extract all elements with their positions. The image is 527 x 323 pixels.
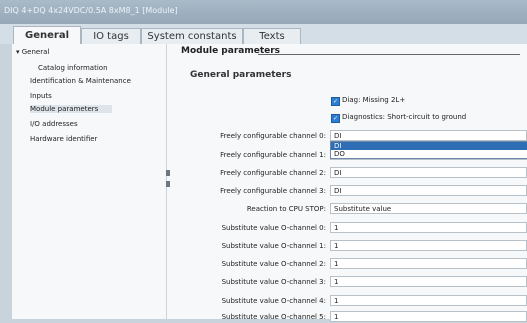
param-label: Freely configurable channel 3:: [220, 187, 326, 195]
param-label: Substitute value O-channel 4:: [221, 297, 326, 305]
splitter-handle[interactable]: [166, 181, 170, 187]
substitute-value-3-field[interactable]: 1: [330, 276, 527, 287]
nav-item-inputs[interactable]: Inputs: [30, 92, 52, 100]
nav-item-module-parameters[interactable]: Module parameters: [30, 105, 113, 113]
checkbox-diag-short-circuit[interactable]: ✓ Diagnostics: Short-circuit to ground: [331, 113, 466, 123]
nav-item-general[interactable]: ▾ General: [16, 48, 49, 56]
checkbox-checked-icon[interactable]: ✓: [331, 97, 340, 106]
param-label: Substitute value O-channel 0:: [221, 224, 326, 232]
channel-0-dropdown-list: DI DO: [330, 141, 527, 159]
param-label: Substitute value O-channel 1:: [221, 242, 326, 250]
nav-item-catalog-information[interactable]: Catalog information: [38, 64, 108, 72]
module-parameters-pane: Module parameters General parameters ✓ Di…: [172, 44, 527, 322]
substitute-value-4-field[interactable]: 1: [330, 295, 527, 306]
dropdown-option-do[interactable]: DO: [331, 150, 527, 158]
window-title: DIQ 4+DQ 4x24VDC/0.5A 8xM8_1 [Module]: [4, 6, 178, 15]
param-label: Freely configurable channel 2:: [220, 169, 326, 177]
dropdown-option-di[interactable]: DI: [331, 142, 527, 150]
properties-panel: ▾ General Catalog information Identifica…: [12, 44, 527, 322]
param-label: Substitute value O-channel 3:: [221, 278, 326, 286]
tab-bar: General IO tags System constants Texts: [0, 24, 527, 45]
splitter-handle[interactable]: [166, 170, 170, 176]
param-label: Substitute value O-channel 5:: [221, 313, 326, 321]
channel-0-select[interactable]: DI: [330, 130, 527, 141]
checkbox-checked-icon[interactable]: ✓: [331, 114, 340, 123]
checkbox-diag-missing-2l[interactable]: ✓ Diag: Missing 2L+: [331, 96, 405, 106]
window-titlebar: DIQ 4+DQ 4x24VDC/0.5A 8xM8_1 [Module]: [0, 0, 527, 24]
param-label: Freely configurable channel 1:: [220, 151, 326, 159]
channel-3-select[interactable]: DI: [330, 185, 527, 196]
nav-item-hardware-identifier[interactable]: Hardware identifier: [30, 135, 97, 143]
checkbox-label: Diag: Missing 2L+: [342, 96, 406, 104]
cpu-stop-reaction-select[interactable]: Substitute value: [330, 203, 527, 214]
nav-item-identification-maintenance[interactable]: Identification & Maintenance: [30, 77, 131, 85]
substitute-value-2-field[interactable]: 1: [330, 258, 527, 269]
param-label: Reaction to CPU STOP:: [246, 205, 326, 213]
section-divider: [258, 54, 520, 55]
navigation-tree: ▾ General Catalog information Identifica…: [12, 44, 167, 319]
tab-texts[interactable]: Texts: [243, 28, 301, 44]
param-label: Freely configurable channel 0:: [220, 132, 326, 140]
tab-system-constants[interactable]: System constants: [141, 28, 243, 44]
subsection-title: General parameters: [190, 70, 292, 80]
tab-general[interactable]: General: [13, 26, 81, 45]
tab-io-tags[interactable]: IO tags: [81, 28, 141, 44]
substitute-value-5-field[interactable]: 1: [330, 311, 527, 322]
substitute-value-0-field[interactable]: 1: [330, 222, 527, 233]
param-label: Substitute value O-channel 2:: [221, 260, 326, 268]
nav-item-io-addresses[interactable]: I/O addresses: [30, 120, 78, 128]
checkbox-label: Diagnostics: Short-circuit to ground: [342, 113, 467, 121]
channel-2-select[interactable]: DI: [330, 167, 527, 178]
substitute-value-1-field[interactable]: 1: [330, 240, 527, 251]
